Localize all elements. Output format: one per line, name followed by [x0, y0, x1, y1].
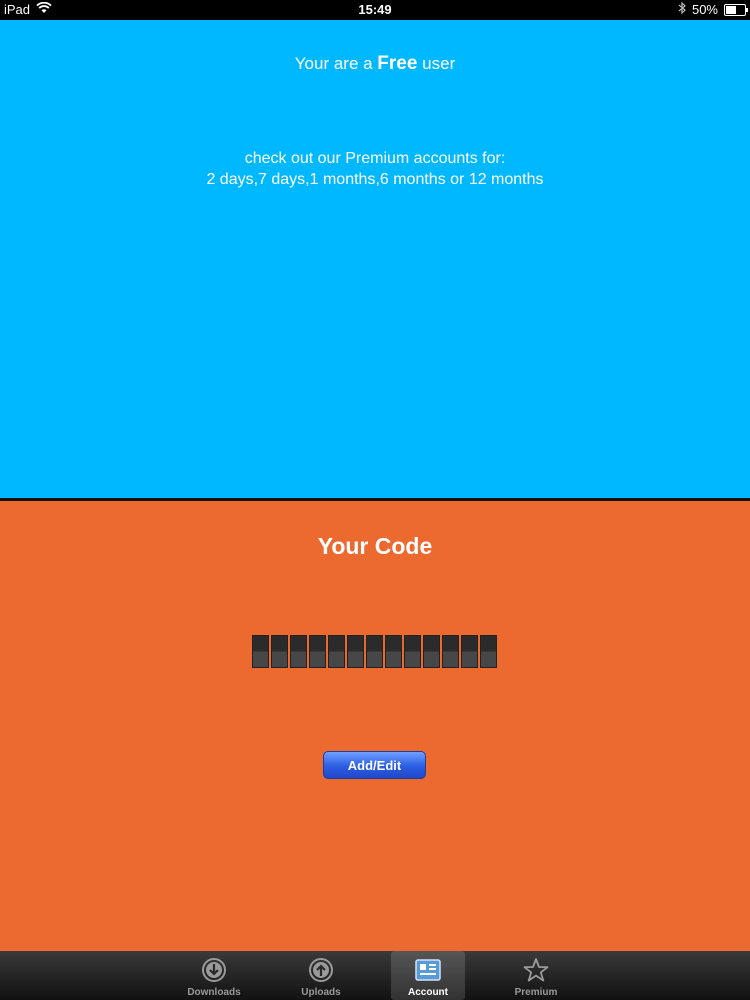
battery-icon [724, 4, 748, 16]
status-time: 15:49 [358, 2, 392, 17]
code-slot [385, 635, 402, 668]
code-slot [442, 635, 459, 668]
tab-uploads[interactable]: Uploads [284, 951, 358, 1000]
code-display [252, 635, 497, 668]
bluetooth-icon [678, 1, 686, 17]
tab-label: Uploads [301, 987, 341, 998]
user-status-text: Your are a Free user [0, 53, 750, 75]
status-bar: iPad 15:49 50% [0, 0, 750, 20]
code-slot [404, 635, 421, 668]
tab-premium[interactable]: Premium [499, 951, 573, 1000]
code-slot [290, 635, 307, 668]
code-slot [328, 635, 345, 668]
user-status-suffix: user [417, 54, 456, 73]
status-right: 50% [678, 1, 748, 17]
code-slot [423, 635, 440, 668]
account-icon [415, 957, 441, 983]
star-icon [523, 957, 549, 983]
premium-message-line2: 2 days,7 days,1 months,6 months or 12 mo… [206, 171, 544, 188]
tab-label: Account [408, 987, 448, 998]
add-edit-button[interactable]: Add/Edit [323, 751, 426, 779]
code-title: Your Code [317, 533, 433, 559]
code-slot [271, 635, 288, 668]
user-type: Free [377, 53, 418, 74]
code-slot [252, 635, 269, 668]
tab-bar: Downloads Uploads Account Premium [0, 951, 750, 1000]
upload-icon [308, 957, 334, 983]
premium-message-line1: check out our Premium accounts for: [244, 150, 506, 167]
tab-account[interactable]: Account [391, 951, 465, 1000]
premium-message: check out our Premium accounts for: 2 da… [0, 148, 750, 190]
code-slot [309, 635, 326, 668]
tab-label: Premium [514, 987, 558, 998]
code-panel: Your Code Add/Edit [0, 501, 750, 951]
code-slot [480, 635, 497, 668]
code-slot [347, 635, 364, 668]
user-status-prefix: Your are a [294, 54, 378, 73]
battery-percent: 50% [691, 2, 718, 17]
tab-label: Downloads [187, 987, 241, 998]
download-icon [201, 957, 227, 983]
code-slot [366, 635, 383, 668]
account-status-panel: Your are a Free user check out our Premi… [0, 20, 750, 498]
tab-downloads[interactable]: Downloads [177, 951, 251, 1000]
code-slot [461, 635, 478, 668]
